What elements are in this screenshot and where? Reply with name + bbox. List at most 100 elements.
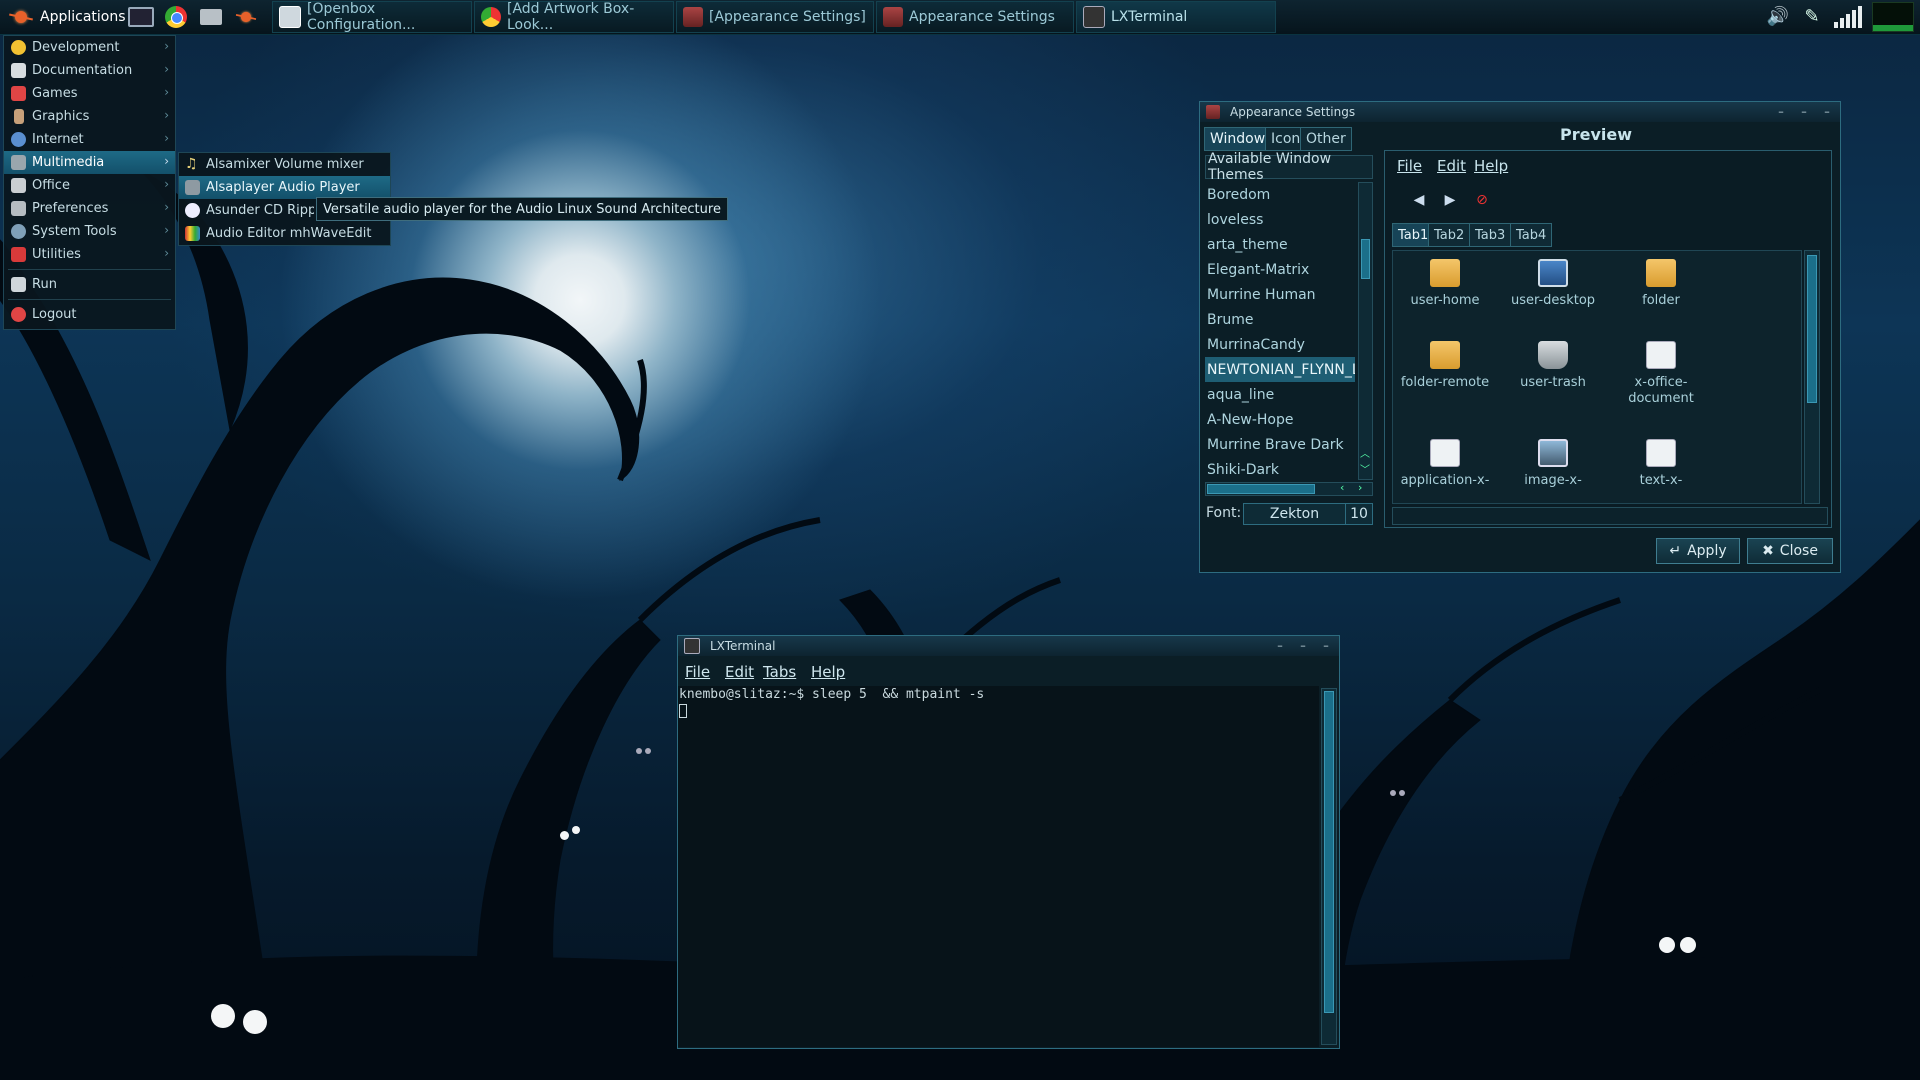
- themes-list-header[interactable]: Available Window Themes: [1205, 151, 1373, 183]
- scroll-left-icon[interactable]: ‹: [1340, 481, 1344, 494]
- window-titlebar[interactable]: Appearance Settings – – –: [1200, 102, 1840, 122]
- window-titlebar[interactable]: LXTerminal – – –: [678, 636, 1339, 656]
- forward-arrow-icon[interactable]: ▶: [1440, 190, 1460, 210]
- theme-item[interactable]: arta_theme: [1205, 232, 1355, 257]
- menu-item-multimedia[interactable]: Multimedia ›: [4, 151, 175, 174]
- theme-item[interactable]: MurrinaCandy: [1205, 332, 1355, 357]
- maximize-button[interactable]: –: [1797, 105, 1811, 119]
- icon-item[interactable]: x-office-document: [1609, 333, 1713, 407]
- glowing-eye: [243, 1010, 267, 1034]
- menu-item-run[interactable]: Run: [4, 273, 175, 296]
- preview-menu-file[interactable]: File: [1397, 157, 1422, 175]
- terminal-menu-tabs[interactable]: Tabs: [763, 663, 796, 681]
- submenu-item-alsamixer[interactable]: ♫ Alsamixer Volume mixer: [179, 153, 390, 176]
- icon-label: image-x-: [1524, 473, 1582, 488]
- window-themes-list: Boredom loveless arta_theme Elegant-Matr…: [1205, 182, 1355, 480]
- scrollbar-thumb[interactable]: [1807, 255, 1817, 403]
- theme-item[interactable]: Elegant-Matrix: [1205, 257, 1355, 282]
- task-lxterminal[interactable]: LXTerminal: [1076, 1, 1276, 33]
- launch-file-manager-button[interactable]: [197, 3, 225, 31]
- menu-item-games[interactable]: Games ›: [4, 82, 175, 105]
- theme-item[interactable]: loveless: [1205, 207, 1355, 232]
- menu-item-logout[interactable]: Logout: [4, 303, 175, 326]
- themes-vertical-scrollbar[interactable]: ︿ ﹀: [1358, 182, 1373, 480]
- maximize-button[interactable]: –: [1296, 639, 1310, 653]
- scrollbar-thumb[interactable]: [1324, 691, 1334, 1013]
- icon-item[interactable]: folder: [1609, 251, 1713, 309]
- applications-button[interactable]: Applications: [2, 3, 132, 31]
- minimize-button[interactable]: –: [1273, 639, 1287, 653]
- music-note-icon: ♫: [185, 156, 198, 172]
- theme-item[interactable]: A-New-Hope: [1205, 407, 1355, 432]
- tooltip: Versatile audio player for the Audio Lin…: [316, 197, 728, 221]
- terminal-menu-file[interactable]: File: [685, 663, 710, 681]
- close-window-button[interactable]: –: [1319, 639, 1333, 653]
- tab-window[interactable]: Window: [1204, 127, 1272, 151]
- menu-item-system-tools[interactable]: System Tools ›: [4, 220, 175, 243]
- apply-button[interactable]: ↵ Apply: [1656, 538, 1740, 564]
- menu-item-utilities[interactable]: Utilities ›: [4, 243, 175, 266]
- folder-home-icon: [1430, 259, 1460, 287]
- theme-item[interactable]: Boredom: [1205, 182, 1355, 207]
- stop-icon[interactable]: ⊘: [1472, 190, 1492, 210]
- task-add-artwork[interactable]: [Add Artwork Box-Look...: [474, 1, 674, 33]
- menu-item-documentation[interactable]: Documentation ›: [4, 59, 175, 82]
- network-plug-icon[interactable]: ✎: [1800, 6, 1824, 28]
- menu-item-office[interactable]: Office ›: [4, 174, 175, 197]
- chevron-right-icon: ›: [164, 39, 169, 53]
- menu-item-internet[interactable]: Internet ›: [4, 128, 175, 151]
- scroll-right-icon[interactable]: ›: [1358, 481, 1362, 494]
- icon-item[interactable]: user-home: [1393, 251, 1497, 309]
- icon-item[interactable]: text-x-: [1609, 431, 1713, 489]
- theme-item[interactable]: aqua_line: [1205, 382, 1355, 407]
- launch-tools-button[interactable]: [232, 3, 260, 31]
- icon-item[interactable]: folder-remote: [1393, 333, 1497, 391]
- minimize-button[interactable]: –: [1774, 105, 1788, 119]
- preview-tab-4[interactable]: Tab4: [1510, 223, 1553, 247]
- terminal-vertical-scrollbar[interactable]: [1321, 688, 1337, 1045]
- theme-item-selected[interactable]: NEWTONIAN_FLYNN_L: [1205, 357, 1355, 382]
- tab-other[interactable]: Other: [1300, 127, 1352, 151]
- theme-item[interactable]: Murrine Human: [1205, 282, 1355, 307]
- back-arrow-icon[interactable]: ◀: [1409, 190, 1429, 210]
- scrollbar-thumb[interactable]: [1361, 239, 1370, 279]
- launch-chrome-button[interactable]: [162, 3, 190, 31]
- scroll-down-icon[interactable]: ﹀: [1360, 461, 1370, 476]
- icon-item[interactable]: user-desktop: [1501, 251, 1605, 309]
- signal-bars-icon[interactable]: [1834, 6, 1862, 28]
- cpu-monitor-icon[interactable]: [1872, 2, 1914, 32]
- terminal-output-area[interactable]: [678, 686, 1319, 1047]
- terminal-menu-edit[interactable]: Edit: [725, 663, 754, 681]
- glowing-eye: [1390, 790, 1396, 796]
- show-desktop-button[interactable]: [127, 3, 155, 31]
- preview-tab-3[interactable]: Tab3: [1469, 223, 1512, 247]
- preview-tab-2[interactable]: Tab2: [1428, 223, 1471, 247]
- theme-item[interactable]: Brume: [1205, 307, 1355, 332]
- themes-horizontal-scrollbar[interactable]: ‹ ›: [1205, 481, 1373, 496]
- preview-vertical-scrollbar[interactable]: [1804, 250, 1820, 504]
- icon-item[interactable]: image-x-: [1501, 431, 1605, 489]
- preview-menu-edit[interactable]: Edit: [1437, 157, 1466, 175]
- submenu-item-mhwaveedit[interactable]: Audio Editor mhWaveEdit: [179, 222, 390, 245]
- menu-item-preferences[interactable]: Preferences ›: [4, 197, 175, 220]
- font-chooser-button[interactable]: Zekton 10: [1243, 503, 1373, 525]
- task-appearance-settings-2[interactable]: Appearance Settings: [876, 1, 1074, 33]
- monitor-icon: [128, 7, 154, 27]
- menu-item-graphics[interactable]: Graphics ›: [4, 105, 175, 128]
- icon-item[interactable]: application-x-: [1393, 431, 1497, 489]
- theme-item[interactable]: Shiki-Dark: [1205, 457, 1355, 482]
- close-button[interactable]: ✖ Close: [1747, 538, 1833, 564]
- icon-item[interactable]: user-trash: [1501, 333, 1605, 391]
- volume-icon[interactable]: 🔊: [1766, 6, 1790, 28]
- menu-item-development[interactable]: Development ›: [4, 36, 175, 59]
- preview-menu-help[interactable]: Help: [1474, 157, 1508, 175]
- preview-text-entry[interactable]: [1392, 507, 1828, 525]
- terminal-menu-help[interactable]: Help: [811, 663, 845, 681]
- submenu-item-alsaplayer[interactable]: Alsaplayer Audio Player: [179, 176, 390, 199]
- theme-item[interactable]: Murrine Brave Dark: [1205, 432, 1355, 457]
- task-openbox-configuration[interactable]: [Openbox Configuration...: [272, 1, 472, 33]
- task-appearance-settings-1[interactable]: [Appearance Settings]: [676, 1, 874, 33]
- scroll-up-icon[interactable]: ︿: [1360, 445, 1370, 460]
- scrollbar-thumb[interactable]: [1207, 484, 1315, 494]
- close-window-button[interactable]: –: [1820, 105, 1834, 119]
